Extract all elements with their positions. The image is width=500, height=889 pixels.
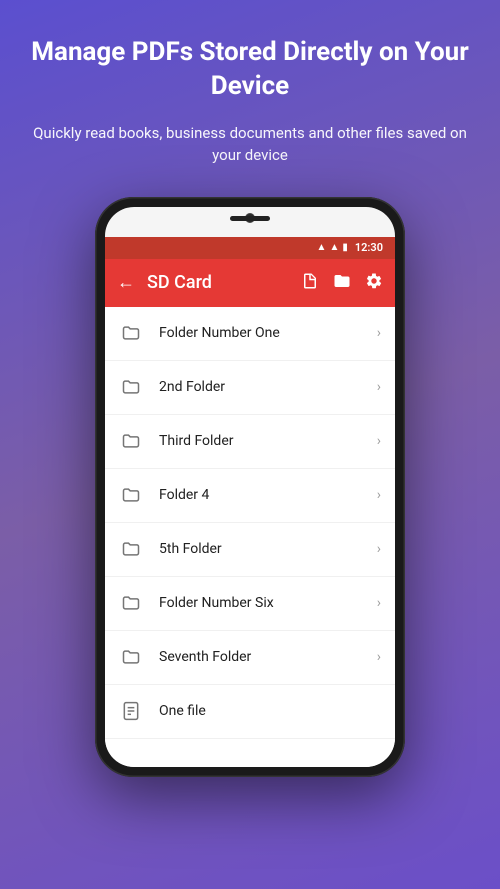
hero-section: Manage PDFs Stored Directly on Your Devi… (0, 0, 500, 187)
phone-speaker (230, 216, 270, 221)
list-item[interactable]: 5th Folder › (105, 523, 395, 577)
battery-icon: ▮ (342, 242, 348, 253)
folder-icon (119, 321, 143, 345)
app-bar: ← SD Card (105, 259, 395, 307)
chevron-icon: › (377, 379, 381, 395)
document-icon[interactable] (301, 272, 319, 294)
chevron-icon: › (377, 649, 381, 665)
folder-icon (119, 483, 143, 507)
file-name: Folder Number Six (159, 595, 377, 611)
status-bar: ▲ ▲ ▮ 12:30 (105, 237, 395, 259)
back-button[interactable]: ← (117, 272, 135, 293)
app-bar-title: SD Card (147, 272, 301, 293)
file-name: 2nd Folder (159, 379, 377, 395)
folder-icon (119, 429, 143, 453)
phone-mockup: ▲ ▲ ▮ 12:30 ← SD Card (95, 197, 405, 777)
folder-icon (119, 591, 143, 615)
list-item[interactable]: Seventh Folder › (105, 631, 395, 685)
status-icons: ▲ ▲ ▮ 12:30 (317, 241, 383, 254)
chevron-icon: › (377, 595, 381, 611)
list-item[interactable]: Folder Number One › (105, 307, 395, 361)
chevron-icon: › (377, 325, 381, 341)
hero-subtitle: Quickly read books, business documents a… (30, 122, 470, 167)
list-item[interactable]: One file (105, 685, 395, 739)
file-name: Third Folder (159, 433, 377, 449)
list-item[interactable]: 2nd Folder › (105, 361, 395, 415)
chevron-icon: › (377, 541, 381, 557)
hero-title: Manage PDFs Stored Directly on Your Devi… (30, 36, 470, 104)
folder-icon (119, 645, 143, 669)
file-icon (119, 699, 143, 723)
chevron-icon: › (377, 433, 381, 449)
chevron-icon: › (377, 487, 381, 503)
list-item[interactable]: Folder 4 › (105, 469, 395, 523)
app-bar-icons (301, 272, 383, 294)
settings-icon[interactable] (365, 272, 383, 294)
folder-icon[interactable] (333, 272, 351, 294)
list-item[interactable]: Folder Number Six › (105, 577, 395, 631)
wifi-icon: ▲ (317, 242, 327, 253)
folder-icon (119, 375, 143, 399)
signal-icon: ▲ (329, 242, 339, 253)
list-item[interactable]: Third Folder › (105, 415, 395, 469)
file-name: Folder 4 (159, 487, 377, 503)
phone-screen: ▲ ▲ ▮ 12:30 ← SD Card (105, 207, 395, 767)
file-name: One file (159, 703, 381, 719)
folder-icon (119, 537, 143, 561)
file-name: 5th Folder (159, 541, 377, 557)
file-list: Folder Number One › 2nd Folder › Third F… (105, 307, 395, 767)
file-name: Folder Number One (159, 325, 377, 341)
status-time: 12:30 (355, 241, 383, 254)
phone-outer: ▲ ▲ ▮ 12:30 ← SD Card (95, 197, 405, 777)
file-name: Seventh Folder (159, 649, 377, 665)
